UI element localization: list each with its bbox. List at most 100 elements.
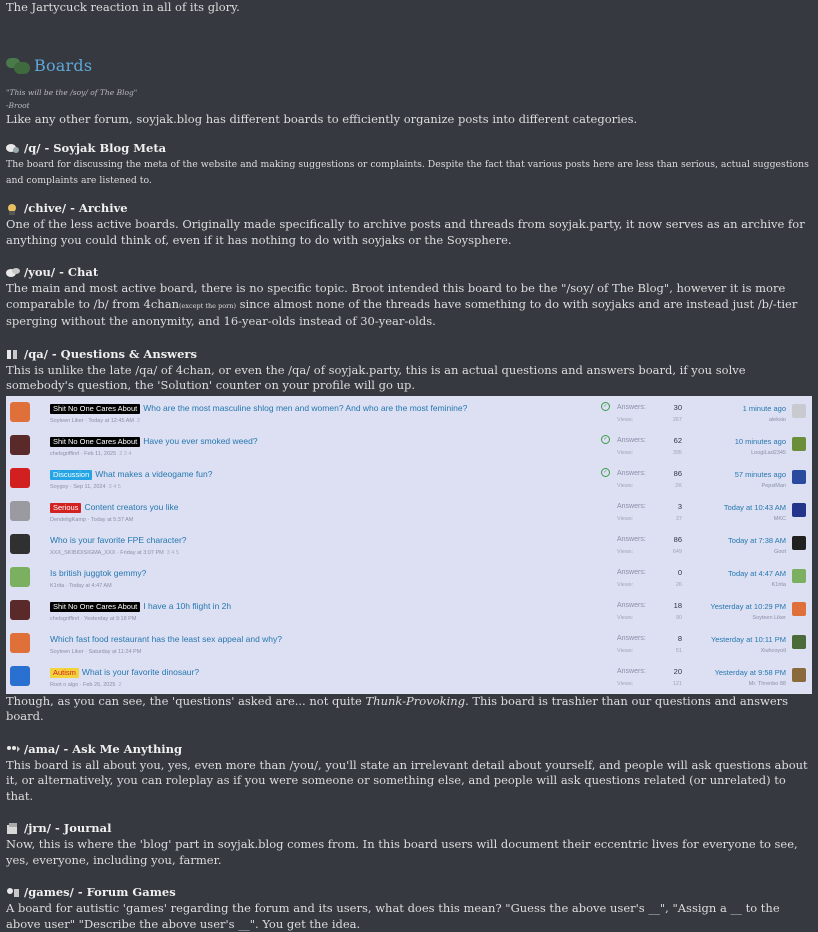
author-avatar[interactable] [10, 467, 30, 488]
views-count: 51 [675, 647, 682, 654]
views-count: 26 [675, 581, 682, 588]
thread-meta: chelsgriffinrl · Feb 11, 2025 2 3 4 [50, 447, 131, 463]
forum-thread-list-screenshot: Shit No One Cares About Who are the most … [6, 395, 812, 694]
thread-meta: Soygoy · Sep 11, 2024 3 4 5 [50, 480, 121, 496]
thread-row[interactable]: Is british juggtok gemmy? K1rita · Today … [6, 560, 812, 595]
thread-title-link[interactable]: Which fast food restaurant has the least… [50, 634, 282, 644]
last-poster-avatar[interactable] [792, 502, 806, 517]
thread-row[interactable]: Which fast food restaurant has the least… [6, 626, 812, 661]
thread-title-link[interactable]: Who are the most masculine shlog men and… [143, 403, 467, 413]
board-desc-q: The board for discussing the meta of the… [6, 159, 809, 186]
thread-page-links[interactable]: 2 3 4 [119, 451, 131, 457]
board-desc-you-small: (except the porn) [178, 301, 236, 310]
board-desc-qa: This is unlike the late /qa/ of 4chan, o… [6, 362, 746, 393]
last-poster-avatar[interactable] [792, 568, 806, 583]
thread-row[interactable]: Discussion What makes a videogame fun? Soy… [6, 461, 812, 496]
last-poster-name[interactable]: aleksio [769, 413, 786, 429]
intro-line: The Jartycuck reaction in all of its glo… [6, 0, 240, 14]
thread-row[interactable]: Shit No One Cares About Have you ever smo… [6, 428, 812, 463]
thread-row[interactable]: Autism What is your favorite dinosaur? Roo… [6, 659, 812, 694]
thread-title-link[interactable]: Content creators you like [84, 502, 178, 512]
author-avatar[interactable] [10, 599, 30, 620]
thread-author-date: chelsgriffinrl · Feb 11, 2025 [50, 450, 117, 457]
author-avatar[interactable] [10, 401, 30, 422]
thread-row[interactable]: Shit No One Cares About Who are the most … [6, 395, 812, 430]
thread-author-date: Soyteen Liker · Saturday at 11:24 PM [50, 648, 142, 655]
boards-bubble-icon [6, 56, 32, 76]
thread-meta: chelsgriffinrl · Yesterday at 9:18 PM [50, 612, 136, 628]
last-poster-avatar[interactable] [792, 601, 806, 616]
last-poster-avatar[interactable] [792, 436, 806, 451]
thread-meta: Soyteen Liker · Today at 12:45 AM 2 [50, 414, 140, 430]
last-poster-name[interactable]: PepsiMan [762, 479, 786, 495]
board-heading-you: /you/ - Chat [6, 265, 812, 281]
thread-row[interactable]: Shit No One Cares About I have a 10h flig… [6, 593, 812, 628]
author-avatar[interactable] [10, 632, 30, 653]
thread-meta: XXX_SKIBIDISIGMA_XXX · Friday at 3:07 PM… [50, 546, 179, 562]
last-poster-avatar[interactable] [792, 634, 806, 649]
views-count: 90 [675, 614, 682, 621]
views-count: 2K [675, 482, 682, 489]
author-avatar[interactable] [10, 500, 30, 521]
thread-page-links[interactable]: 3 4 5 [109, 484, 121, 490]
thread-prefix-badge[interactable]: Shit No One Cares About [50, 601, 141, 612]
views-count: 37 [675, 515, 682, 522]
board-heading-q: /q/ - Soyjak Blog Meta [6, 141, 812, 157]
thread-prefix-badge[interactable]: Serious [50, 502, 82, 513]
solved-check-icon: ✓ [601, 467, 610, 477]
views-label: Views: [617, 482, 634, 489]
last-poster-name[interactable]: K1rita [772, 578, 786, 594]
games-icon [6, 887, 20, 899]
thread-title-link[interactable]: What makes a videogame fun? [95, 469, 212, 479]
thread-title-link[interactable]: Who is your favorite FPE character? [50, 535, 187, 545]
last-poster-name[interactable]: Soyteen Liker [752, 611, 786, 627]
thread-title-link[interactable]: I have a 10h flight in 2h [143, 601, 231, 611]
board-title-games: /games/ - Forum Games [24, 885, 176, 900]
thread-prefix-badge[interactable]: Discussion [50, 469, 93, 480]
last-poster-name[interactable]: Xiuhcoyotl [761, 644, 786, 660]
last-poster-avatar[interactable] [792, 667, 806, 682]
last-poster-name[interactable]: Mr. Threnbo 88 [749, 677, 786, 693]
author-avatar[interactable] [10, 533, 30, 554]
thread-prefix-badge[interactable]: Autism [50, 667, 79, 678]
last-poster-avatar[interactable] [792, 535, 806, 550]
thread-page-links[interactable]: 2 [137, 418, 140, 424]
thread-page-links[interactable]: 2 [119, 682, 122, 688]
thread-row[interactable]: Serious Content creators you like Dendelig… [6, 494, 812, 529]
board-desc-ama: This board is all about you, yes, even m… [6, 757, 808, 803]
thread-prefix-badge[interactable]: Shit No One Cares About [50, 403, 141, 414]
boards-title: Boards [34, 55, 93, 75]
author-avatar[interactable] [10, 665, 30, 686]
board-heading-chive: /chive/ - Archive [6, 201, 812, 217]
boards-heading: Boards [6, 54, 812, 78]
thread-prefix-badge[interactable]: Shit No One Cares About [50, 436, 141, 447]
board-heading-jrn: /jrn/ - Journal [6, 821, 812, 837]
views-label: Views: [617, 449, 634, 456]
thread-row[interactable]: Who is your favorite FPE character? XXX_S… [6, 527, 812, 562]
last-poster-avatar[interactable] [792, 469, 806, 484]
thread-meta: K1rita · Today at 4:47 AM [50, 579, 112, 595]
thread-title-link[interactable]: Have you ever smoked weed? [143, 436, 257, 446]
author-avatar[interactable] [10, 566, 30, 587]
author-avatar[interactable] [10, 434, 30, 455]
last-poster-name[interactable]: MKC [774, 512, 786, 528]
thread-title-link[interactable]: What is your favorite dinosaur? [82, 667, 199, 677]
views-count: 649 [672, 548, 682, 555]
views-label: Views: [617, 614, 634, 621]
journal-icon [6, 823, 20, 835]
solved-check-icon: ✓ [601, 401, 610, 411]
board-desc-games: A board for autistic 'games' regarding t… [6, 901, 780, 931]
views-count: 395 [672, 449, 682, 456]
thread-page-links[interactable]: 3 4 5 [167, 550, 179, 556]
last-poster-name[interactable]: Goot [774, 545, 786, 561]
last-poster-avatar[interactable] [792, 403, 806, 418]
views-label: Views: [617, 581, 634, 588]
thread-title-link[interactable]: Is british juggtok gemmy? [50, 568, 146, 578]
chat-bubbles-icon [6, 267, 20, 279]
views-label: Views: [617, 416, 634, 423]
last-poster-name[interactable]: LoogiLad2345 [751, 446, 786, 462]
board-desc-you: The main and most active board, there is… [6, 281, 812, 330]
after-forum-a: Though, as you can see, the 'questions' … [6, 693, 366, 708]
board-title-jrn: /jrn/ - Journal [24, 821, 112, 836]
board-title-chive: /chive/ - Archive [24, 201, 128, 216]
